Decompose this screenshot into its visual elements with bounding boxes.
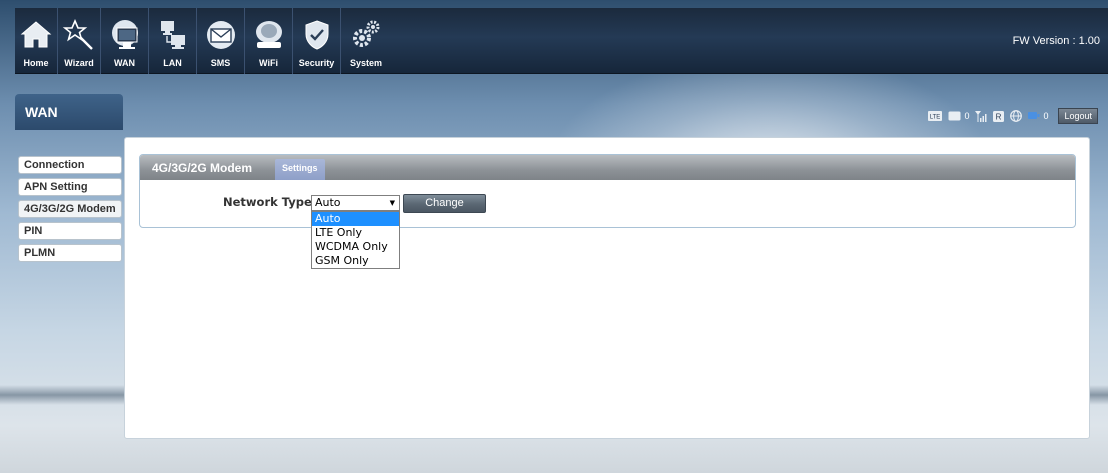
nav-wan[interactable]: WAN xyxy=(101,8,149,74)
internet-globe-icon xyxy=(1010,110,1023,122)
gears-icon xyxy=(353,20,380,47)
firmware-version: FW Version : 1.00 xyxy=(1012,35,1100,47)
nav-system-label: System xyxy=(349,58,383,68)
sidebar: Connection APN Setting 4G/3G/2G Modem PI… xyxy=(18,156,122,262)
wifi-router-icon xyxy=(255,21,282,48)
roaming-icon: R xyxy=(993,110,1005,122)
lte-badge-text: LTE xyxy=(930,115,941,121)
sidebar-item-plmn[interactable]: PLMN xyxy=(18,244,122,262)
logout-button[interactable]: Logout xyxy=(1058,108,1098,124)
nav-wan-label: WAN xyxy=(114,58,135,68)
nav-lan[interactable]: LAN xyxy=(149,8,197,74)
sidebar-item-modem[interactable]: 4G/3G/2G Modem xyxy=(18,200,122,218)
shield-icon xyxy=(305,20,328,50)
nav-security-label: Security xyxy=(298,58,335,68)
wifi-clients-count: 0 xyxy=(1043,111,1049,121)
top-navigation-bar: Home Wizard WAN LAN SMS WiFi Security Sy… xyxy=(15,8,1108,74)
sidebar-item-apn-setting[interactable]: APN Setting xyxy=(18,178,122,196)
nav-wizard-label: Wizard xyxy=(64,58,94,68)
option-wcdma-only[interactable]: WCDMA Only xyxy=(312,240,399,254)
nav-system[interactable]: System xyxy=(341,8,391,74)
wand-icon xyxy=(62,18,93,50)
nav-security[interactable]: Security xyxy=(293,8,341,74)
sidebar-item-connection[interactable]: Connection xyxy=(18,156,122,174)
globe-monitor-icon xyxy=(111,20,138,49)
group-header: 4G/3G/2G Modem Settings xyxy=(140,155,1075,180)
nav-sms-label: SMS xyxy=(210,58,231,68)
home-icon xyxy=(20,21,52,48)
network-type-value: Auto xyxy=(315,196,341,209)
nav-wizard[interactable]: Wizard xyxy=(58,8,101,74)
main-nav: Home Wizard WAN LAN SMS WiFi Security Sy… xyxy=(15,8,391,74)
sms-count: 0 xyxy=(964,111,970,121)
tab-settings[interactable]: Settings xyxy=(275,159,325,180)
sidebar-item-pin[interactable]: PIN xyxy=(18,222,122,240)
envelope-icon xyxy=(206,21,235,49)
network-type-label: Network Type xyxy=(223,195,312,209)
roaming-text: R xyxy=(996,112,1002,121)
sms-status-icon xyxy=(948,111,961,121)
nav-sms[interactable]: SMS xyxy=(197,8,245,74)
change-button[interactable]: Change xyxy=(403,194,486,213)
nav-home-label: Home xyxy=(23,58,49,68)
network-type-select[interactable]: Auto ▼ xyxy=(311,195,400,211)
signal-strength-icon xyxy=(975,110,987,122)
network-type-dropdown: Auto LTE Only WCDMA Only GSM Only xyxy=(311,211,400,269)
page-title: WAN xyxy=(15,94,123,130)
status-bar: LTE 0 R 0 Logout xyxy=(928,108,1098,124)
nav-wifi-label: WiFi xyxy=(259,58,278,68)
option-auto[interactable]: Auto xyxy=(312,212,399,226)
option-lte-only[interactable]: LTE Only xyxy=(312,226,399,240)
nav-lan-label: LAN xyxy=(163,58,182,68)
main-panel: 4G/3G/2G Modem Settings Network Type Aut… xyxy=(124,137,1090,439)
group-title: 4G/3G/2G Modem xyxy=(152,161,253,175)
nav-home[interactable]: Home xyxy=(15,8,58,74)
lan-computers-icon xyxy=(160,21,185,49)
chevron-down-icon: ▼ xyxy=(389,199,395,207)
wifi-clients-icon xyxy=(1028,112,1040,119)
lte-badge-icon: LTE xyxy=(928,111,943,121)
modem-settings-group: 4G/3G/2G Modem Settings Network Type Aut… xyxy=(139,154,1076,269)
nav-wifi[interactable]: WiFi xyxy=(245,8,293,74)
option-gsm-only[interactable]: GSM Only xyxy=(312,254,399,268)
